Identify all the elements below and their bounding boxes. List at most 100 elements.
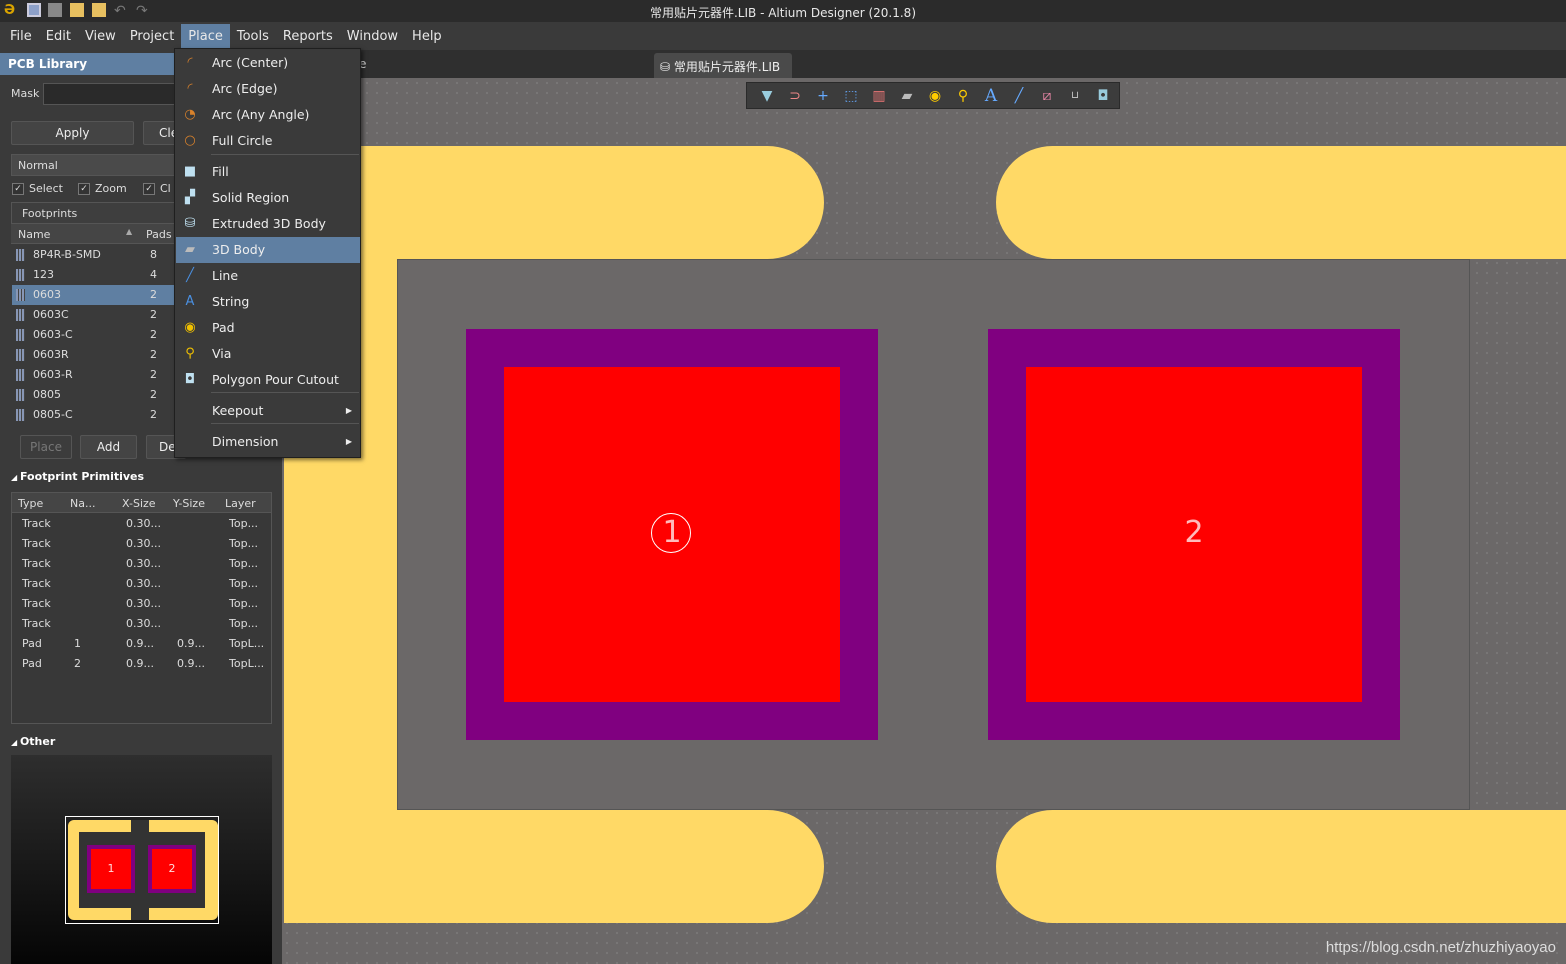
footprint-row[interactable]: 0603C 2 <box>12 305 174 325</box>
pad-2-label: 2 <box>1184 515 1204 550</box>
pad-icon[interactable]: ◉ <box>921 86 949 106</box>
col-name[interactable]: Na... <box>70 497 95 510</box>
primitive-row[interactable]: Track 0.30... Top... <box>12 534 270 554</box>
clear-existing-checkbox[interactable]: ✓ Cl <box>143 182 171 195</box>
primitives-section-header[interactable]: ◢ Footprint Primitives <box>11 470 144 483</box>
menu-help[interactable]: Help <box>405 24 449 49</box>
primitive-cell: Top... <box>229 517 259 530</box>
pad-1[interactable]: 1 <box>504 367 840 702</box>
footprint-row[interactable]: 0603-R 2 <box>12 365 174 385</box>
footprint-pads: 4 <box>150 268 157 281</box>
place-menu-item[interactable]: ◘ Polygon Pour Cutout <box>176 367 360 393</box>
keepout-icon[interactable]: ⊔ <box>1061 86 1089 106</box>
menu-place[interactable]: Place <box>181 23 230 49</box>
snap-icon[interactable]: ⊃ <box>781 86 809 106</box>
other-section-header[interactable]: ◢ Other <box>11 735 55 748</box>
apply-button[interactable]: Apply <box>11 121 134 145</box>
mask-input[interactable] <box>43 83 183 105</box>
place-menu-item[interactable]: Dimension ▶ <box>176 429 360 455</box>
footprint-icon <box>16 309 25 321</box>
via-icon[interactable]: ⚲ <box>949 86 977 106</box>
place-button[interactable]: Place <box>20 435 72 459</box>
menu-file[interactable]: File <box>3 24 39 49</box>
place-menu-item[interactable]: Keepout ▶ <box>176 398 360 424</box>
footprint-row[interactable]: 0603R 2 <box>12 345 174 365</box>
zoom-checkbox[interactable]: ✓ Zoom <box>78 182 127 195</box>
place-menu-item[interactable]: ◜ Arc (Edge) <box>176 76 360 102</box>
place-menu-item[interactable]: ◔ Arc (Any Angle) <box>176 102 360 128</box>
footprint-name: 0603 <box>33 288 61 301</box>
menu-project[interactable]: Project <box>123 24 181 49</box>
menu-view[interactable]: View <box>78 24 123 49</box>
primitive-row[interactable]: Track 0.30... Top... <box>12 614 270 634</box>
move-icon[interactable]: + <box>809 86 837 106</box>
footprint-row[interactable]: 0805 2 <box>12 385 174 405</box>
primitive-row[interactable]: Track 0.30... Top... <box>12 594 270 614</box>
primitive-cell: TopL... <box>229 637 265 650</box>
place-menu-item[interactable]: ▰ 3D Body <box>176 237 360 263</box>
place-menu-item[interactable]: ⛁ Extruded 3D Body <box>176 211 360 237</box>
primitive-row[interactable]: Pad 1 0.9... 0.9... TopL... <box>12 634 270 654</box>
string-icon[interactable]: A <box>977 86 1005 106</box>
place-menu-item[interactable]: ■ Fill <box>176 159 360 185</box>
place-menu-item[interactable]: ◜ Arc (Center) <box>176 50 360 76</box>
primitive-cell: 0.9... <box>126 637 154 650</box>
place-menu-item[interactable]: ○ Full Circle <box>176 128 360 154</box>
menu-item-label: Via <box>212 346 232 361</box>
menu-reports[interactable]: Reports <box>276 24 340 49</box>
place-menu-item[interactable]: A String <box>176 289 360 315</box>
menu-tools[interactable]: Tools <box>230 24 276 49</box>
col-layer[interactable]: Layer <box>225 497 256 510</box>
pcb-canvas[interactable]: 1 2 ▼ ⊃ + ⬚ ▥ ▰ ◉ ⚲ A ╱ ⧄ ⊔ ◘ https://bl… <box>282 78 1566 964</box>
primitive-cell: 0.9... <box>177 637 205 650</box>
menu-edit[interactable]: Edit <box>39 24 78 49</box>
via-icon: ⚲ <box>185 346 195 361</box>
col-y-size[interactable]: Y-Size <box>173 497 205 510</box>
place-menu-item[interactable]: ▞ Solid Region <box>176 185 360 211</box>
pad-2-mask[interactable]: 2 <box>988 329 1400 740</box>
pad-2[interactable]: 2 <box>1026 367 1362 702</box>
filter-icon[interactable]: ▼ <box>753 86 781 106</box>
mode-select[interactable]: Normal <box>11 154 181 176</box>
footprint-icon <box>16 409 25 421</box>
place-menu-item[interactable]: ⚲ Via <box>176 341 360 367</box>
silk-top-right <box>996 146 1566 259</box>
col-pads[interactable]: Pads <box>146 228 172 241</box>
footprint-pads: 2 <box>150 348 157 361</box>
select-checkbox[interactable]: ✓ Select <box>12 182 63 195</box>
3d-body-icon[interactable]: ▰ <box>893 86 921 106</box>
menu-window[interactable]: Window <box>340 24 405 49</box>
footprint-row[interactable]: 8P4R-B-SMD 8 <box>12 245 174 265</box>
primitive-cell: TopL... <box>229 657 265 670</box>
primitive-row[interactable]: Track 0.30... Top... <box>12 514 270 534</box>
document-tab[interactable]: ⛁ 常用贴片元器件.LIB <box>654 53 792 78</box>
polygon-cutout-icon[interactable]: ◘ <box>1089 86 1117 106</box>
place-menu-item[interactable]: ◉ Pad <box>176 315 360 341</box>
primitive-cell: Track <box>22 517 51 530</box>
fill-icon: ■ <box>183 164 197 179</box>
col-type[interactable]: Type <box>18 497 43 510</box>
col-name[interactable]: Name <box>18 228 50 241</box>
footprint-pads: 2 <box>150 388 157 401</box>
place-menu-item[interactable]: ╱ Line <box>176 263 360 289</box>
menu-separator <box>211 423 359 424</box>
col-x-size[interactable]: X-Size <box>122 497 156 510</box>
preview-pad-1: 1 <box>87 845 135 893</box>
primitive-row[interactable]: Pad 2 0.9... 0.9... TopL... <box>12 654 270 674</box>
place-menu-dropdown: ◜ Arc (Center) ◜ Arc (Edge) ◔ Arc (Any Angle)… <box>174 48 361 458</box>
menu-item-label: 3D Body <box>212 242 266 257</box>
footprint-row[interactable]: 0805-C 2 <box>12 405 174 425</box>
align-icon[interactable]: ▥ <box>865 86 893 106</box>
primitive-row[interactable]: Track 0.30... Top... <box>12 554 270 574</box>
footprint-row[interactable]: 0603 2 <box>12 285 174 305</box>
pad-1-mask[interactable]: 1 <box>466 329 878 740</box>
footprints-header: Footprints <box>11 202 181 224</box>
line-icon[interactable]: ╱ <box>1005 86 1033 106</box>
dimension-icon[interactable]: ⧄ <box>1033 86 1061 106</box>
add-button[interactable]: Add <box>80 435 137 459</box>
primitive-row[interactable]: Track 0.30... Top... <box>12 574 270 594</box>
footprint-row[interactable]: 0603-C 2 <box>12 325 174 345</box>
select-rect-icon[interactable]: ⬚ <box>837 86 865 106</box>
footprint-row[interactable]: 123 4 <box>12 265 174 285</box>
footprint-name: 0805-C <box>33 408 73 421</box>
